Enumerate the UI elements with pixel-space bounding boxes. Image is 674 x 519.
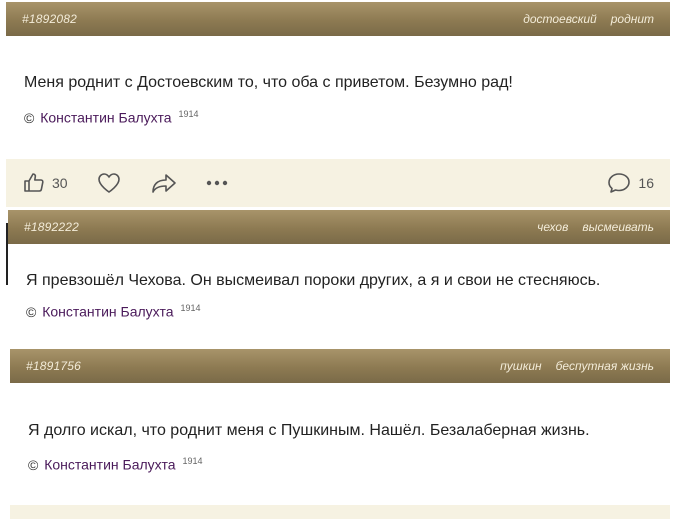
author-link[interactable]: Константин Балухта	[44, 457, 175, 473]
card-actions	[10, 505, 670, 519]
tag-link[interactable]: высмеивать	[582, 220, 654, 234]
card-header: #1892222 чехов высмеивать	[8, 210, 670, 244]
copyright-sign: ©	[28, 456, 39, 473]
quote-id[interactable]: #1891756	[26, 359, 81, 373]
like-count: 30	[52, 175, 68, 191]
tag-link[interactable]: чехов	[537, 220, 568, 234]
author-year: 1914	[180, 303, 201, 313]
quote-card-3: #1891756 пушкин беспутная жизнь Я долго …	[10, 349, 670, 519]
comments-button[interactable]: 16	[606, 171, 654, 195]
tag-list: достоевский роднит	[523, 12, 654, 26]
tag-link[interactable]: пушкин	[500, 359, 542, 373]
quote-card-2: #1892222 чехов высмеивать Я превзошёл Че…	[8, 210, 670, 345]
author-line: © Константин Балухта 1914	[24, 109, 198, 126]
author-line: © Константин Балухта 1914	[26, 303, 200, 320]
tag-list: чехов высмеивать	[537, 220, 654, 234]
card-header: #1892082 достоевский роднит	[6, 2, 670, 36]
quote-text: Меня роднит с Достоевским то, что оба с …	[24, 74, 513, 91]
quote-text: Я долго искал, что роднит меня с Пушкины…	[28, 422, 590, 439]
quote-id[interactable]: #1892082	[22, 12, 77, 26]
more-dots-icon	[206, 179, 228, 187]
share-button[interactable]	[150, 171, 178, 195]
tag-list: пушкин беспутная жизнь	[500, 359, 654, 373]
like-button[interactable]: 30	[22, 171, 68, 195]
card-actions: 30 16	[6, 159, 670, 207]
author-link[interactable]: Константин Балухта	[42, 304, 173, 320]
author-link[interactable]: Константин Балухта	[40, 110, 171, 126]
quote-text: Я превзошёл Чехова. Он высмеивал пороки …	[26, 272, 601, 289]
thumbs-up-icon	[22, 171, 46, 195]
heart-icon	[96, 171, 122, 195]
more-button[interactable]	[206, 179, 228, 187]
tag-link[interactable]: беспутная жизнь	[556, 359, 654, 373]
favorite-button[interactable]	[96, 171, 122, 195]
author-year: 1914	[178, 109, 199, 119]
card-header: #1891756 пушкин беспутная жизнь	[10, 349, 670, 383]
comment-bubble-icon	[606, 171, 632, 195]
author-line: © Константин Балухта 1914	[28, 456, 202, 473]
quote-card-1: #1892082 достоевский роднит Меня роднит …	[6, 2, 670, 207]
tag-link[interactable]: достоевский	[523, 12, 597, 26]
copyright-sign: ©	[26, 303, 37, 320]
quote-id[interactable]: #1892222	[24, 220, 79, 234]
comment-count: 16	[638, 175, 654, 191]
copyright-sign: ©	[24, 109, 35, 126]
tag-link[interactable]: роднит	[611, 12, 654, 26]
share-icon	[150, 171, 178, 195]
author-year: 1914	[182, 456, 203, 466]
